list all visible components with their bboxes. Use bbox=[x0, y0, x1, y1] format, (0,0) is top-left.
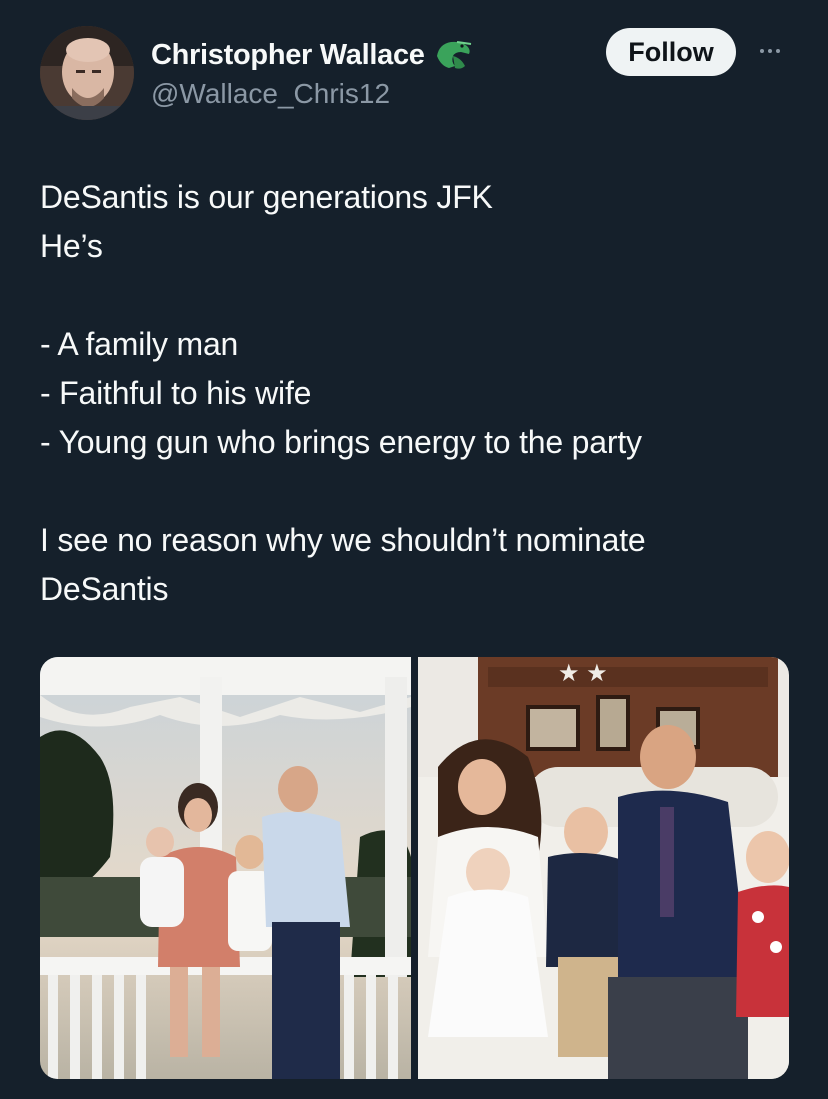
tweet-line: - Young gun who brings energy to the par… bbox=[40, 424, 642, 460]
follow-button[interactable]: Follow bbox=[606, 28, 736, 76]
tweet-line: He’s bbox=[40, 228, 103, 264]
tweet-line bbox=[40, 467, 790, 516]
more-options-icon[interactable] bbox=[752, 36, 788, 66]
author-name-row[interactable]: Christopher Wallace bbox=[151, 36, 475, 74]
avatar[interactable] bbox=[40, 26, 134, 120]
tweet-line: DeSantis is our generations JFK bbox=[40, 179, 493, 215]
tweet-line: - A family man bbox=[40, 326, 239, 362]
tweet-line: I see no reason why we shouldn’t nominat… bbox=[40, 522, 646, 558]
photo-right[interactable]: ★ ★ bbox=[418, 657, 789, 1079]
alligator-icon bbox=[431, 36, 475, 74]
tweet-line: - Faithful to his wife bbox=[40, 375, 312, 411]
author-name[interactable]: Christopher Wallace bbox=[151, 39, 425, 72]
tweet-line: DeSantis bbox=[40, 571, 169, 607]
svg-text:★ ★: ★ ★ bbox=[558, 660, 608, 687]
author-handle[interactable]: @Wallace_Chris12 bbox=[151, 78, 390, 110]
photo-left[interactable] bbox=[40, 657, 411, 1079]
media-grid: ★ ★ bbox=[40, 657, 789, 1079]
tweet-line bbox=[40, 271, 790, 320]
tweet-text: DeSantis is our generations JFK He’s - A… bbox=[40, 173, 790, 614]
